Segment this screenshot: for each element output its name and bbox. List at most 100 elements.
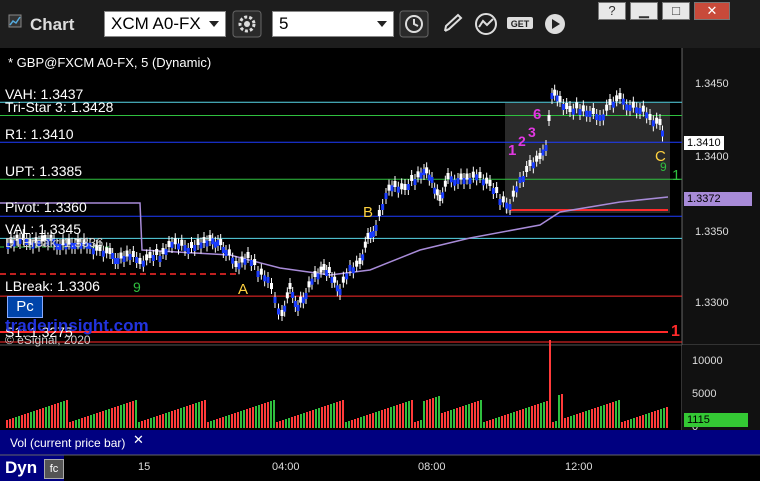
volume-bar xyxy=(639,416,641,428)
price-bar-body xyxy=(435,189,439,196)
price-bar-body xyxy=(348,265,352,271)
volume-bar xyxy=(24,414,26,428)
chart-canvas[interactable] xyxy=(0,48,760,481)
maximize-button[interactable]: □ xyxy=(662,2,690,20)
volume-bar xyxy=(606,404,608,428)
volume-bar xyxy=(282,420,284,428)
volume-bar xyxy=(111,408,113,428)
price-bar-body xyxy=(403,184,407,190)
clock-icon[interactable] xyxy=(399,10,429,38)
volume-bar xyxy=(201,401,203,428)
price-bar-body xyxy=(631,101,635,108)
volume-bar xyxy=(447,411,449,428)
close-button[interactable]: ✕ xyxy=(694,2,730,20)
volume-bar xyxy=(54,404,56,428)
volume-tick: 10000 xyxy=(692,355,723,367)
price-bar-body xyxy=(173,238,177,245)
close-icon: ✕ xyxy=(706,3,718,18)
volume-bar xyxy=(381,410,383,428)
volume-bar xyxy=(78,419,80,428)
price-bar-body xyxy=(293,301,297,307)
price-bar-body xyxy=(638,108,642,114)
volume-bar xyxy=(663,408,665,428)
price-bar-body xyxy=(316,273,320,280)
price-bar-body xyxy=(508,204,512,210)
price-bar-body xyxy=(427,174,431,181)
volume-bar xyxy=(261,404,263,428)
volume-bar xyxy=(138,422,140,428)
price-bar-body xyxy=(113,258,117,264)
price-bar-body xyxy=(177,243,180,250)
help-button[interactable]: ? xyxy=(598,2,626,20)
get-data-icon[interactable]: GET xyxy=(505,10,535,38)
price-bar-body xyxy=(119,252,123,259)
chevron-down-icon[interactable] xyxy=(209,21,219,27)
volume-bar xyxy=(249,408,251,428)
gear-icon[interactable] xyxy=(232,10,262,38)
pencil-icon[interactable] xyxy=(437,10,467,38)
price-bar-body xyxy=(641,105,645,112)
price-bar-body xyxy=(125,250,129,257)
price-bar-body xyxy=(325,270,329,276)
dyn-label: Dyn xyxy=(5,458,38,477)
volume-bar xyxy=(594,408,596,428)
chevron-down-icon[interactable] xyxy=(377,21,387,27)
price-bar-body xyxy=(283,305,287,312)
price-bar-body xyxy=(273,297,277,303)
price-bar-body xyxy=(285,292,289,299)
volume-bar xyxy=(51,405,53,428)
annotation-nine-right: 9 xyxy=(660,160,667,174)
price-bar-body xyxy=(535,155,539,162)
volume-bar xyxy=(429,399,431,428)
price-bar-body xyxy=(422,169,426,175)
volume-bar xyxy=(189,405,191,428)
chart-window-icon xyxy=(8,14,22,28)
play-icon[interactable] xyxy=(540,10,570,38)
volume-bar xyxy=(363,416,365,428)
fc-icon[interactable]: fc xyxy=(44,459,64,479)
price-bar-body xyxy=(468,178,472,184)
price-bar-body xyxy=(396,186,400,193)
price-bar-body xyxy=(322,264,326,270)
volume-bar xyxy=(384,409,386,428)
volume-bar xyxy=(516,411,518,428)
close-volume-icon[interactable]: ✕ xyxy=(133,432,144,448)
volume-bar xyxy=(48,406,50,428)
interval-combo[interactable]: 5 xyxy=(272,11,394,37)
volume-bar xyxy=(351,420,353,428)
volume-bar xyxy=(408,401,410,428)
price-bar-body xyxy=(585,110,589,117)
pc-button[interactable]: Pc xyxy=(7,296,43,318)
volume-bar xyxy=(195,403,197,428)
svg-text:GET: GET xyxy=(511,19,530,29)
price-bar-body xyxy=(161,248,165,254)
window-title: Chart xyxy=(30,15,75,34)
time-axis-bar xyxy=(0,455,760,481)
price-bar-body xyxy=(256,271,260,277)
volume-bar xyxy=(411,400,413,428)
price-bar-body xyxy=(459,173,463,180)
price-bar-body xyxy=(155,249,159,255)
volume-bar xyxy=(468,404,470,428)
volume-bar xyxy=(102,411,104,428)
study-icon[interactable] xyxy=(471,10,501,38)
volume-bar xyxy=(549,340,551,428)
volume-bar xyxy=(297,415,299,428)
volume-bar xyxy=(9,419,11,428)
price-bar-body xyxy=(266,277,270,283)
price-bar-body xyxy=(648,114,652,120)
volume-bar xyxy=(402,403,404,428)
price-bar-body xyxy=(410,175,414,181)
price-bar-body xyxy=(216,240,220,246)
price-bar-body xyxy=(263,275,267,282)
volume-bar xyxy=(240,411,242,428)
price-bar-body xyxy=(363,241,367,248)
symbol-combo[interactable]: XCM A0-FX xyxy=(104,11,226,37)
minimize-button[interactable]: ▁ xyxy=(630,2,658,20)
price-bar-body xyxy=(525,166,529,172)
price-bar-body xyxy=(605,104,609,111)
price-tick: 1.3400 xyxy=(695,151,729,163)
price-bar-body xyxy=(319,266,323,273)
time-tick: 12:00 xyxy=(565,461,593,473)
volume-bar xyxy=(420,420,422,428)
